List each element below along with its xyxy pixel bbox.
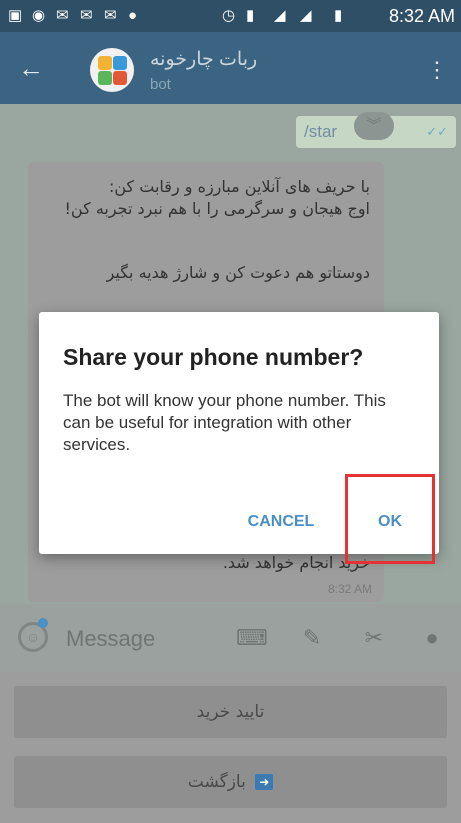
mail-icon: ✉ xyxy=(104,7,117,24)
avatar[interactable] xyxy=(90,48,134,92)
message-line: اوج هیجان و سرگرمی را با هم نبرد تجربه ک… xyxy=(64,199,370,218)
signal-icon: ◢ xyxy=(300,7,312,24)
mail-icon: ✉ xyxy=(80,7,93,24)
back-button[interactable]: ← xyxy=(18,50,54,86)
status-bar: ▣ ◉ ✉ ✉ ✉ ● ◷ ▮ ◢ ◢ ▮ 8:32 AM xyxy=(0,0,461,32)
alarm-icon: ◷ xyxy=(222,7,236,24)
chat-subtitle: bot xyxy=(150,76,171,93)
ok-button[interactable]: OK xyxy=(345,474,435,564)
outgoing-message-text: /star xyxy=(304,122,338,141)
back-arrow-icon: ➜ xyxy=(255,774,274,790)
more-options-icon[interactable]: ⋮ xyxy=(425,54,449,86)
keyboard-button-label: تایید خرید xyxy=(196,702,265,722)
chat-title[interactable]: ربات چارخونه xyxy=(150,48,257,71)
message-line: دوستاتو هم دعوت کن و شارژ هدیه بگیر xyxy=(106,263,370,282)
message-line: خرید انجام خواهد شد. xyxy=(222,553,370,572)
scroll-down-button[interactable]: ︾ xyxy=(354,112,394,140)
4g-icon: ▮ xyxy=(246,7,255,24)
status-time: 8:32 AM xyxy=(388,6,455,26)
message-time: 8:32 AM xyxy=(327,582,372,596)
whatsapp-icon: ◉ xyxy=(32,7,46,24)
bot-keyboard: تایید خرید ➜ بازگشت xyxy=(0,672,461,823)
keyboard-icon[interactable]: ⌨ xyxy=(236,624,268,652)
app-bar: ← ربات چارخونه bot ⋮ xyxy=(0,32,461,104)
avatar-tile xyxy=(98,56,112,70)
bot-commands-icon[interactable]: ✂ xyxy=(360,624,388,652)
dialog-title: Share your phone number? xyxy=(63,344,364,370)
gallery-icon: ▣ xyxy=(8,7,23,24)
message-input[interactable] xyxy=(64,622,218,656)
keyboard-button-label: بازگشت xyxy=(187,772,246,792)
microphone-icon[interactable]: ● xyxy=(418,624,446,652)
dialog-body: The bot will know your phone number. Thi… xyxy=(63,391,386,454)
emoji-badge xyxy=(38,618,48,628)
message-line: با حریف های آنلاین مبارزه و رقابت کن: xyxy=(108,177,370,196)
notification-icon: ● xyxy=(128,7,138,24)
battery-icon: ▮ xyxy=(334,7,343,24)
share-phone-dialog: Share your phone number? The bot will kn… xyxy=(39,312,439,564)
confirm-purchase-button[interactable]: تایید خرید xyxy=(14,686,447,738)
cancel-button[interactable]: CANCEL xyxy=(231,506,331,538)
avatar-tile xyxy=(98,71,112,85)
mail-icon: ✉ xyxy=(56,7,69,24)
screen: ▣ ◉ ✉ ✉ ✉ ● ◷ ▮ ◢ ◢ ▮ 8:32 AM ← ربات چار… xyxy=(0,0,461,823)
signal-icon: ◢ xyxy=(274,7,286,24)
avatar-tile xyxy=(113,56,127,70)
message-input-bar: ☺ ⌨ ✎ ✂ ● xyxy=(0,604,461,672)
attach-icon[interactable]: ✎ xyxy=(298,624,326,652)
read-ticks-icon: ✓✓ xyxy=(426,124,448,139)
chevron-down-icon: ︾ xyxy=(366,117,382,134)
avatar-tile xyxy=(113,71,127,85)
back-keyboard-button[interactable]: ➜ بازگشت xyxy=(14,756,447,808)
back-arrow-icon: ← xyxy=(18,53,44,83)
